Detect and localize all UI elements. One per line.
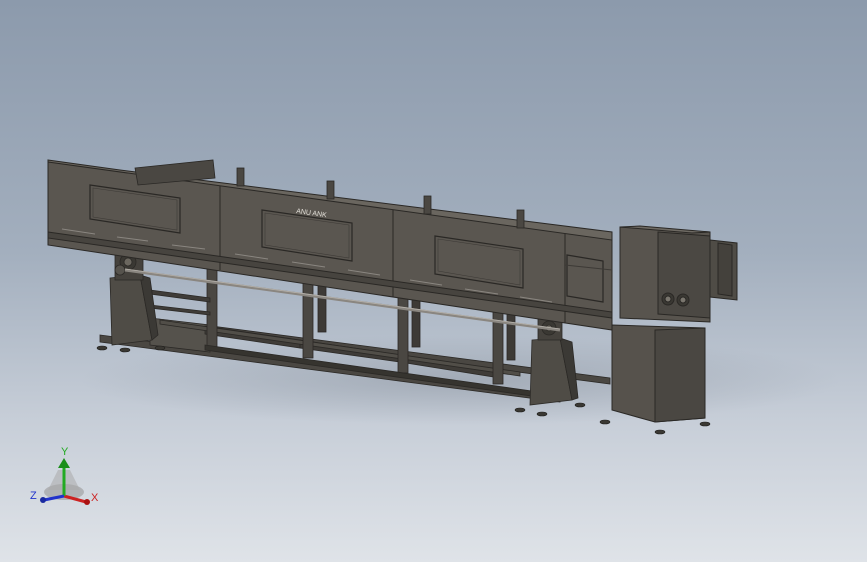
y-axis-arrow <box>58 458 70 468</box>
coordinate-triad: X Y Z <box>30 446 99 505</box>
y-axis-label: Y <box>61 446 69 458</box>
model-canvas[interactable]: ANU ANK X Y Z <box>0 0 867 562</box>
x-axis-label: X <box>91 492 99 504</box>
x-axis-cap <box>84 499 90 505</box>
z-axis-label: Z <box>30 490 37 502</box>
right-support-stand <box>529 317 579 406</box>
3d-viewport[interactable]: ANU ANK X Y Z <box>0 0 867 562</box>
z-axis-cap <box>40 497 46 503</box>
left-support-stand <box>109 253 159 346</box>
